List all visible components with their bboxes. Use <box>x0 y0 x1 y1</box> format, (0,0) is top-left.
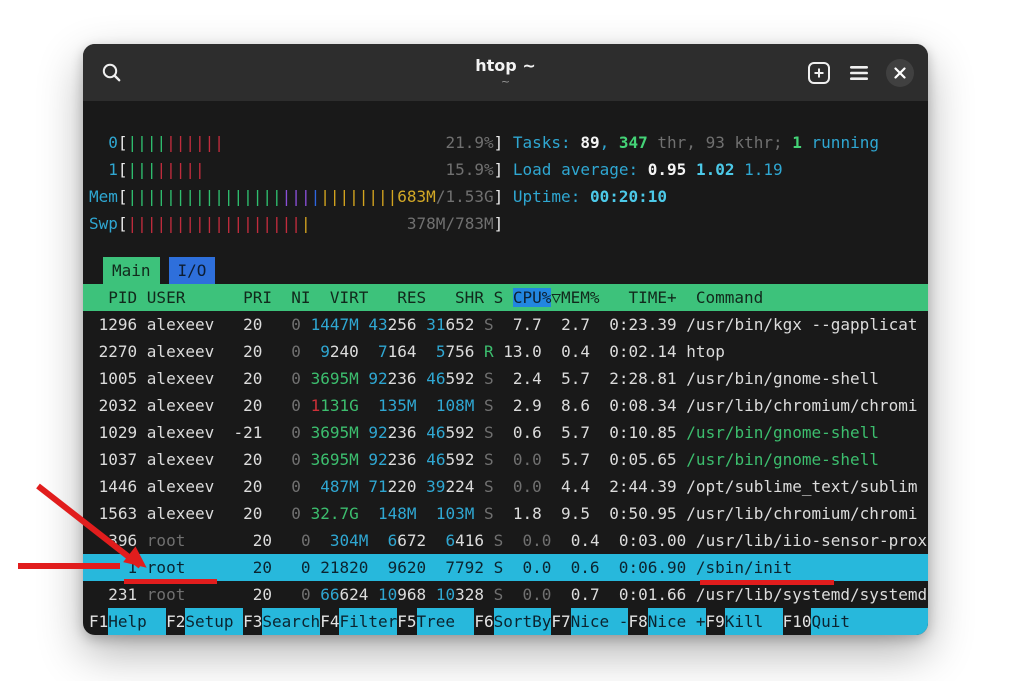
process-row[interactable]: 231 root 20 0 66624 10968 10328 S 0.0 0.… <box>83 581 928 608</box>
fn-action-label: Tree <box>417 608 475 635</box>
fn-action-label: Setup <box>185 608 243 635</box>
fn-key-label: F10 <box>783 608 812 635</box>
fnkey-F6[interactable]: F6SortBy <box>474 608 551 635</box>
screen-tabs: Main I/O <box>89 257 922 284</box>
new-tab-icon[interactable] <box>806 60 832 86</box>
system-meters: 0[|||||||||| 21.9%] Tasks: 89, 347 thr, … <box>89 129 922 237</box>
fn-key-label: F2 <box>166 608 185 635</box>
annotation-underline-pid1 <box>124 579 217 584</box>
cpu1-meter: 1[|||||||| 15.9%] Load average: 0.95 1.0… <box>89 156 922 183</box>
process-row[interactable]: 1005 alexeev 20 0 3695M 92236 46592 S 2.… <box>83 365 928 392</box>
process-row[interactable]: 1563 alexeev 20 0 32.7G 148M 103M S 1.8 … <box>83 500 928 527</box>
fn-action-label: Nice + <box>648 608 706 635</box>
fnkey-F1[interactable]: F1Help <box>89 608 166 635</box>
process-row[interactable]: 2270 alexeev 20 0 9240 7164 5756 R 13.0 … <box>83 338 928 365</box>
process-row[interactable]: 1296 alexeev 20 0 1447M 43256 31652 S 7.… <box>83 311 928 338</box>
fn-key-label: F7 <box>551 608 570 635</box>
fn-action-label: Kill <box>725 608 783 635</box>
fn-key-label: F6 <box>474 608 493 635</box>
fn-key-label: F8 <box>628 608 647 635</box>
fn-key-label: F3 <box>243 608 262 635</box>
fn-action-label: Filter <box>339 608 397 635</box>
swap-meter: Swp[||||||||||||||||||| 378M/783M] <box>89 210 922 237</box>
fn-action-label: Nice - <box>571 608 629 635</box>
fnkey-F9[interactable]: F9Kill <box>706 608 783 635</box>
fnkey-F4[interactable]: F4Filter <box>320 608 397 635</box>
function-key-bar: F1Help F2Setup F3SearchF4FilterF5Tree F6… <box>83 608 928 635</box>
process-row[interactable]: 2032 alexeev 20 0 1131G 135M 108M S 2.9 … <box>83 392 928 419</box>
fn-action-label: Help <box>108 608 166 635</box>
fnkey-F10[interactable]: F10Quit <box>783 608 928 635</box>
terminal-content: 0[|||||||||| 21.9%] Tasks: 89, 347 thr, … <box>83 101 928 635</box>
terminal-window: htop ~ ~ <box>83 44 928 635</box>
fn-key-label: F1 <box>89 608 108 635</box>
process-row[interactable]: 396 root 20 0 304M 6672 6416 S 0.0 0.4 0… <box>83 527 928 554</box>
fn-action-label: Quit <box>811 608 928 635</box>
fnkey-F3[interactable]: F3Search <box>243 608 320 635</box>
annotation-underline-sbin-init <box>700 580 834 585</box>
cpu0-meter: 0[|||||||||| 21.9%] Tasks: 89, 347 thr, … <box>89 129 922 156</box>
fnkey-F7[interactable]: F7Nice - <box>551 608 628 635</box>
page-background: htop ~ ~ <box>0 0 1009 681</box>
process-row[interactable]: 1037 alexeev 20 0 3695M 92236 46592 S 0.… <box>83 446 928 473</box>
fn-key-label: F4 <box>320 608 339 635</box>
fn-action-label: Search <box>262 608 320 635</box>
process-row[interactable]: 1029 alexeev -21 0 3695M 92236 46592 S 0… <box>83 419 928 446</box>
fn-action-label: SortBy <box>494 608 552 635</box>
process-row-selected[interactable]: 1 root 20 0 21820 9620 7792 S 0.0 0.6 0:… <box>83 554 928 581</box>
fnkey-F2[interactable]: F2Setup <box>166 608 243 635</box>
annotation-horizontal-line <box>18 563 120 569</box>
titlebar: htop ~ ~ <box>83 44 928 101</box>
fnkey-F5[interactable]: F5Tree <box>397 608 474 635</box>
window-title: htop ~ <box>475 57 535 75</box>
process-row[interactable]: 1446 alexeev 20 0 487M 71220 39224 S 0.0… <box>83 473 928 500</box>
process-table: 1296 alexeev 20 0 1447M 43256 31652 S 7.… <box>89 311 922 608</box>
tab-io[interactable]: I/O <box>169 257 216 284</box>
table-header[interactable]: PID USER PRI NI VIRT RES SHR S CPU%▽MEM%… <box>83 284 928 311</box>
menu-icon[interactable] <box>846 60 872 86</box>
tab-main[interactable]: Main <box>103 257 160 284</box>
close-icon[interactable] <box>886 59 914 87</box>
fn-key-label: F5 <box>397 608 416 635</box>
window-subtitle: ~ <box>501 75 510 88</box>
fnkey-F8[interactable]: F8Nice + <box>628 608 705 635</box>
fn-key-label: F9 <box>706 608 725 635</box>
memory-meter: Mem[||||||||||||||||||||||||||||683M/1.5… <box>89 183 922 210</box>
